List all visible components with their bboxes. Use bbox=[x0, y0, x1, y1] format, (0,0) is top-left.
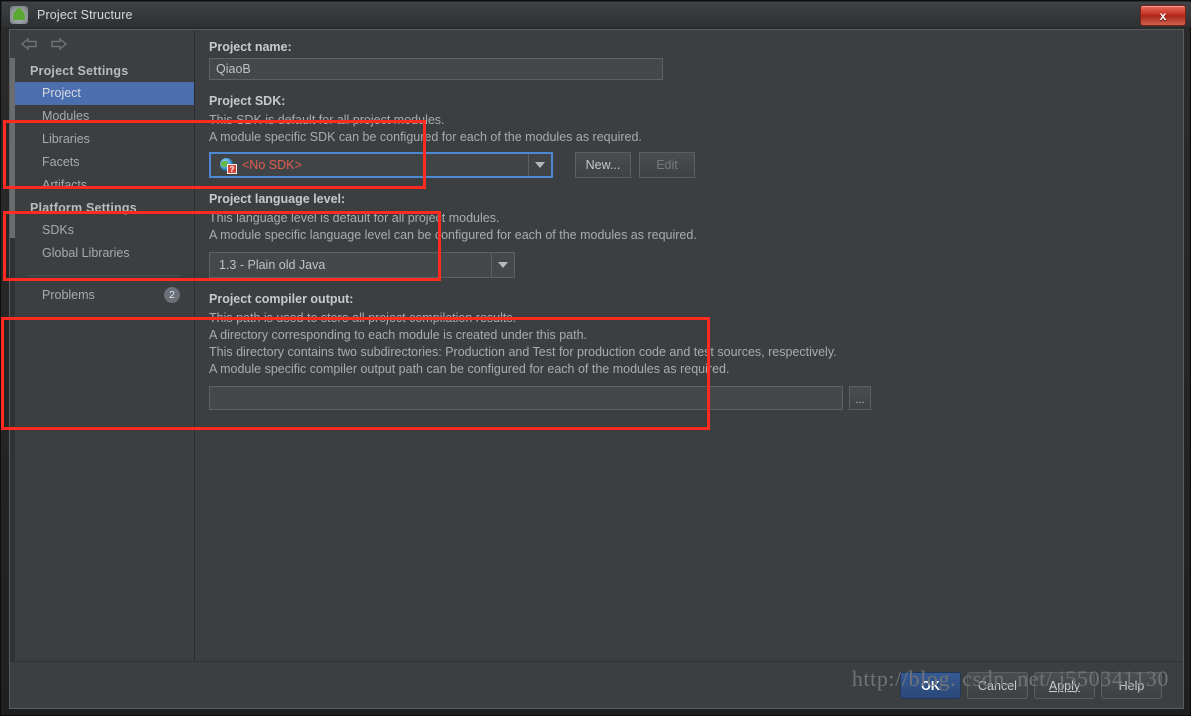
sdk-edit-button[interactable]: Edit bbox=[639, 152, 695, 178]
sidebar-item-artifacts[interactable]: Artifacts bbox=[10, 174, 194, 197]
compiler-output-section: Project compiler output: This path is us… bbox=[209, 292, 1169, 410]
project-sdk-value: <No SDK> bbox=[242, 158, 302, 172]
project-sdk-label: Project SDK: bbox=[209, 94, 286, 108]
language-level-desc-line2: A module specific language level can be … bbox=[209, 228, 697, 242]
sdk-globe-question-icon: ? bbox=[220, 157, 237, 174]
project-sdk-desc-line1: This SDK is default for all project modu… bbox=[209, 113, 445, 127]
project-sdk-row: ? <No SDK> New... Edit bbox=[209, 152, 1169, 178]
arrow-left-icon[interactable] bbox=[20, 37, 38, 51]
sidebar-item-modules[interactable]: Modules bbox=[10, 105, 194, 128]
sidebar-item-global-libraries[interactable]: Global Libraries bbox=[10, 242, 194, 265]
sidebar-nav-bar bbox=[10, 30, 194, 58]
sdk-new-button[interactable]: New... bbox=[575, 152, 631, 178]
language-level-value: 1.3 - Plain old Java bbox=[219, 258, 326, 272]
sidebar-item-facets[interactable]: Facets bbox=[10, 151, 194, 174]
sidebar-list: Project Settings Project Modules Librari… bbox=[10, 58, 194, 307]
project-sdk-combobox[interactable]: ? <No SDK> bbox=[209, 152, 553, 178]
window-frame: Project Structure x Project Settings Pro… bbox=[0, 0, 1191, 716]
language-level-label: Project language level: bbox=[209, 192, 346, 206]
sidebar-group-project-settings: Project Settings bbox=[30, 64, 129, 78]
sidebar-item-sdks[interactable]: SDKs bbox=[10, 219, 194, 242]
sidebar: Project Settings Project Modules Librari… bbox=[10, 30, 195, 661]
sidebar-item-project[interactable]: Project bbox=[10, 82, 194, 105]
main-panel: Project name: QiaoB Project SDK: This SD… bbox=[195, 30, 1183, 661]
compiler-output-row: ... bbox=[209, 386, 1169, 410]
language-level-combobox[interactable]: 1.3 - Plain old Java bbox=[209, 252, 515, 278]
sidebar-scrollbar[interactable] bbox=[10, 58, 15, 661]
sdk-new-button-label: New... bbox=[585, 158, 621, 172]
project-sdk-value-wrap: ? <No SDK> bbox=[211, 157, 528, 174]
android-studio-icon bbox=[10, 5, 28, 24]
compiler-output-input[interactable] bbox=[209, 386, 843, 410]
sidebar-scrollbar-thumb[interactable] bbox=[10, 58, 15, 238]
compiler-output-label: Project compiler output: bbox=[209, 292, 354, 306]
chevron-down-icon[interactable] bbox=[491, 253, 514, 277]
compiler-output-desc-line4: A module specific compiler output path c… bbox=[209, 362, 730, 376]
problems-badge: 2 bbox=[164, 287, 180, 303]
watermark-text: http://blog. csdn. net/ j550341130 bbox=[851, 666, 1169, 691]
project-name-section: Project name: QiaoB bbox=[209, 40, 1169, 80]
chevron-down-icon[interactable] bbox=[528, 154, 551, 176]
sidebar-item-libraries[interactable]: Libraries bbox=[10, 128, 194, 151]
compiler-output-desc-line1: This path is used to store all project c… bbox=[209, 311, 517, 325]
sidebar-item-label: Problems bbox=[42, 288, 95, 302]
language-level-row: 1.3 - Plain old Java bbox=[209, 252, 1169, 278]
sidebar-group-platform-settings: Platform Settings bbox=[30, 201, 137, 215]
arrow-right-icon[interactable] bbox=[50, 37, 68, 51]
project-sdk-section: Project SDK: This SDK is default for all… bbox=[209, 94, 1169, 178]
close-button[interactable]: x bbox=[1140, 5, 1186, 26]
project-structure-window: Project Structure x Project Settings Pro… bbox=[0, 0, 1191, 716]
compiler-output-desc-line2: A directory corresponding to each module… bbox=[209, 328, 587, 342]
language-level-desc-line1: This language level is default for all p… bbox=[209, 211, 500, 225]
window-title: Project Structure bbox=[37, 7, 133, 22]
dialog-footer: OK Cancel Apply Help http://blog. csdn. … bbox=[10, 661, 1183, 708]
sdk-edit-button-label: Edit bbox=[656, 158, 678, 172]
sidebar-divider bbox=[28, 275, 180, 276]
project-name-input[interactable]: QiaoB bbox=[209, 58, 663, 80]
compiler-output-desc-line3: This directory contains two subdirectori… bbox=[209, 345, 837, 359]
sidebar-item-problems[interactable]: Problems 2 bbox=[10, 284, 194, 307]
project-name-label: Project name: bbox=[209, 40, 292, 54]
dialog-body: Project Settings Project Modules Librari… bbox=[1, 29, 1184, 709]
content-area: Project Settings Project Modules Librari… bbox=[1, 30, 1183, 661]
language-level-section: Project language level: This language le… bbox=[209, 192, 1169, 278]
title-bar: Project Structure x bbox=[2, 2, 1191, 27]
project-sdk-desc-line2: A module specific SDK can be configured … bbox=[209, 130, 642, 144]
compiler-output-browse-button[interactable]: ... bbox=[849, 386, 871, 410]
